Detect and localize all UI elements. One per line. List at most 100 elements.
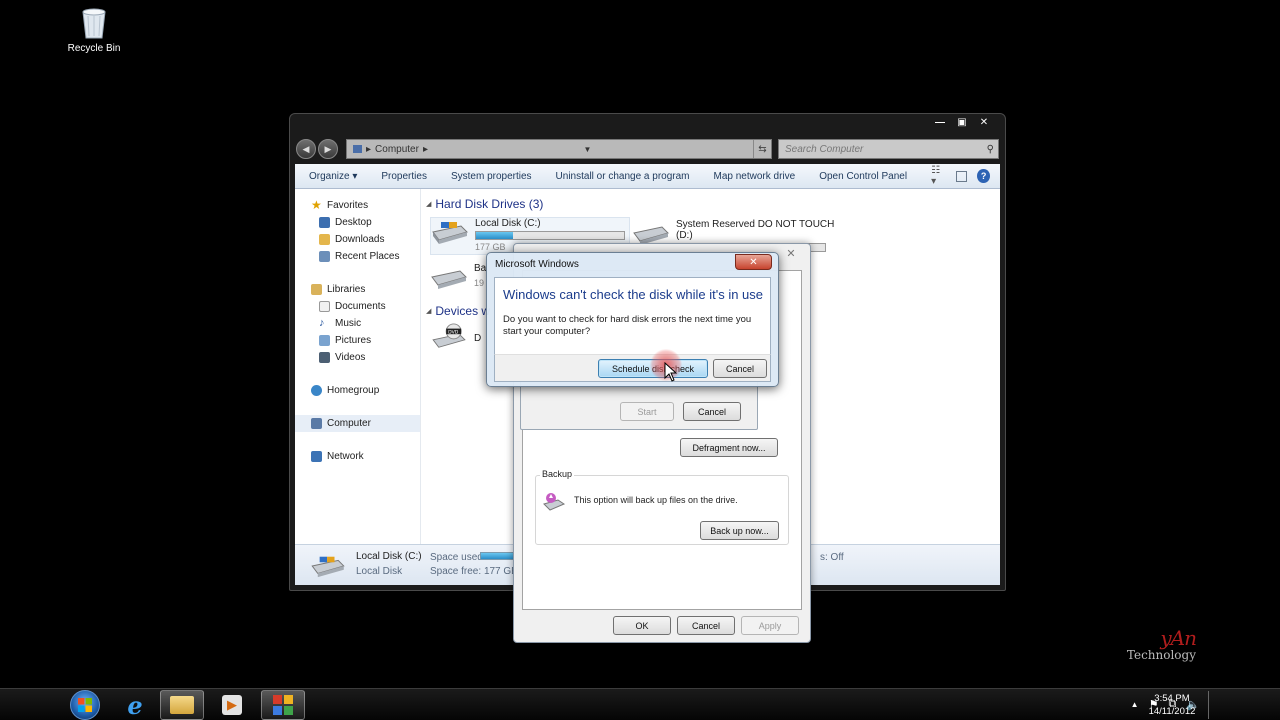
videos-icon	[319, 352, 330, 363]
apply-button[interactable]: Apply	[741, 616, 799, 635]
map-network-drive-button[interactable]: Map network drive	[714, 171, 796, 182]
nav-recent-places[interactable]: Recent Places	[295, 248, 420, 265]
properties-button[interactable]: Properties	[381, 171, 427, 182]
nav-documents-label: Documents	[335, 301, 386, 312]
hard-drive-icon	[311, 556, 345, 578]
navigation-bar: ◀ ▶ ▸ Computer ▸ ▼ ⇆ Search Computer ⚲	[296, 138, 999, 160]
mouse-cursor-icon	[664, 362, 677, 382]
space-free-key: Space free:	[430, 566, 482, 577]
breadcrumb-arrow-icon: ▸	[366, 143, 372, 155]
check-disk-cancel-button[interactable]: Cancel	[683, 402, 741, 421]
taskbar-control-panel[interactable]	[261, 690, 305, 720]
nav-music-label: Music	[335, 318, 362, 329]
backup-icon	[543, 493, 566, 511]
backup-group-label: Backup	[540, 469, 575, 479]
address-dropdown-icon[interactable]: ▼	[584, 145, 592, 154]
star-icon: ★	[311, 198, 322, 212]
network-icon	[311, 451, 322, 462]
nav-desktop[interactable]: Desktop	[295, 214, 420, 231]
drive-backup[interactable]: Ba 19	[430, 263, 486, 291]
nav-favorites[interactable]: ★ Favorites	[295, 197, 420, 214]
space-free-label: Space free: 177 GB	[430, 566, 518, 577]
internet-explorer-icon: e	[127, 690, 143, 720]
preview-pane-icon[interactable]	[956, 170, 968, 182]
recent-places-icon	[319, 251, 330, 262]
nav-homegroup[interactable]: Homegroup	[295, 382, 420, 399]
disk-in-use-message-box: Microsoft Windows ✕ Windows can't check …	[486, 252, 779, 387]
properties-cancel-button[interactable]: Cancel	[677, 616, 735, 635]
command-bar: Organize ▾ Properties System properties …	[295, 164, 1000, 189]
navigation-pane: ★ Favorites Desktop Downloads Recent Pla…	[295, 189, 421, 544]
svg-text:DVD: DVD	[448, 329, 459, 335]
hard-disk-drives-header[interactable]: ◢ Hard Disk Drives (3)	[426, 195, 1000, 213]
nav-network[interactable]: Network	[295, 448, 420, 465]
search-placeholder: Search Computer	[785, 143, 864, 155]
clock[interactable]: 3:54 PM 14/11/2012	[1142, 692, 1202, 718]
breadcrumb-arrow-icon: ▸	[422, 143, 428, 155]
taskbar-windows-explorer[interactable]	[160, 690, 204, 720]
maximize-button[interactable]: ▣	[951, 114, 973, 130]
downloads-icon	[319, 234, 330, 245]
taskbar-internet-explorer[interactable]: e	[113, 690, 157, 720]
message-box-body: Windows can't check the disk while it's …	[494, 277, 771, 354]
forward-button[interactable]: ▶	[318, 139, 338, 159]
nav-pictures[interactable]: Pictures	[295, 332, 420, 349]
nav-documents[interactable]: Documents	[295, 298, 420, 315]
properties-close-icon[interactable]: ✕	[784, 246, 798, 260]
show-hidden-icons-icon[interactable]: ▲	[1131, 700, 1139, 711]
message-box-close-button[interactable]: ✕	[735, 254, 772, 270]
drive-d-letter: (D:)	[676, 230, 693, 241]
close-button[interactable]: ✕	[973, 114, 995, 130]
details-extra: s: Off	[820, 552, 844, 563]
recycle-bin-desktop-icon[interactable]: Recycle Bin	[62, 6, 126, 54]
breadcrumb-computer[interactable]: Computer	[375, 144, 419, 155]
devices-header[interactable]: ◢ Devices w	[426, 302, 490, 320]
hard-disk-drives-label: Hard Disk Drives (3)	[435, 197, 544, 211]
dvd-drive[interactable]: DVD D	[430, 323, 481, 351]
schedule-disk-check-button[interactable]: Schedule disk check	[598, 359, 708, 378]
computer-small-icon	[353, 145, 362, 153]
start-button[interactable]: Start	[620, 402, 674, 421]
nav-pictures-label: Pictures	[335, 335, 372, 346]
ok-button[interactable]: OK	[613, 616, 671, 635]
back-button[interactable]: ◀	[296, 139, 316, 159]
help-icon[interactable]: ?	[977, 169, 990, 183]
back-up-now-button[interactable]: Back up now...	[700, 521, 779, 540]
search-box[interactable]: Search Computer ⚲	[778, 139, 999, 159]
computer-icon	[311, 418, 322, 429]
devices-label: Devices w	[435, 304, 491, 318]
nav-network-label: Network	[327, 451, 364, 462]
drive-d-name: System Reserved DO NOT TOUCH	[676, 219, 835, 230]
minimize-button[interactable]: —	[929, 114, 951, 130]
nav-libraries[interactable]: Libraries	[295, 281, 420, 298]
show-desktop-button[interactable]	[1208, 691, 1216, 719]
refresh-icon[interactable]: ⇆	[752, 140, 771, 158]
start-button[interactable]	[70, 690, 100, 720]
control-panel-icon	[273, 695, 293, 715]
nav-downloads[interactable]: Downloads	[295, 231, 420, 248]
media-player-icon: ▶	[222, 695, 242, 715]
hard-drive-icon	[431, 270, 467, 289]
watermark-line2: Technology	[1126, 648, 1196, 662]
clock-time: 3:54 PM	[1154, 693, 1190, 704]
organize-button[interactable]: Organize ▾	[309, 171, 357, 182]
recycle-bin-icon	[82, 8, 106, 39]
taskbar-media-player[interactable]: ▶	[210, 690, 254, 720]
uninstall-program-button[interactable]: Uninstall or change a program	[556, 171, 690, 182]
message-box-cancel-button[interactable]: Cancel	[713, 359, 767, 378]
nav-videos-label: Videos	[335, 352, 366, 363]
drive-c-name: Local Disk (C:)	[475, 218, 541, 229]
space-used-label: Space used:	[430, 552, 486, 563]
open-control-panel-button[interactable]: Open Control Panel	[819, 171, 907, 182]
nav-computer[interactable]: Computer	[295, 415, 420, 432]
system-properties-button[interactable]: System properties	[451, 171, 532, 182]
change-view-icon[interactable]: ☷ ▾	[931, 165, 946, 187]
address-bar[interactable]: ▸ Computer ▸ ▼ ⇆	[346, 139, 772, 159]
nav-recent-places-label: Recent Places	[335, 251, 400, 262]
libraries-icon	[311, 284, 322, 295]
clock-date: 14/11/2012	[1148, 706, 1196, 717]
nav-videos[interactable]: Videos	[295, 349, 420, 366]
defragment-now-button[interactable]: Defragment now...	[680, 438, 778, 457]
nav-music[interactable]: ♪ Music	[295, 315, 420, 332]
drive-c-usage-bar	[475, 231, 625, 240]
